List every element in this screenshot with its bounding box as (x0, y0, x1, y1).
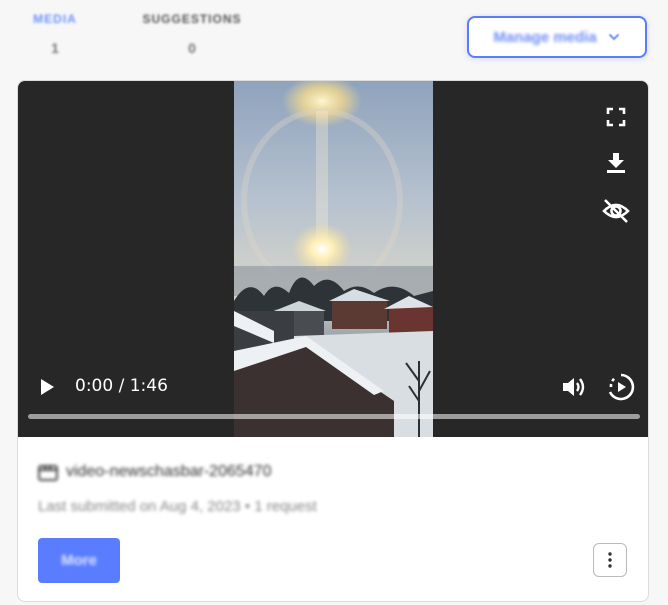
media-info: video-newschasbar-2065470 Last submitted… (18, 437, 648, 601)
volume-icon[interactable] (559, 373, 589, 401)
more-button[interactable]: More (38, 538, 120, 583)
kebab-menu-button[interactable] (593, 543, 627, 577)
more-button-label: More (61, 552, 97, 569)
fullscreen-icon[interactable] (604, 105, 628, 129)
video-frame (234, 81, 433, 437)
hide-icon[interactable] (600, 196, 632, 226)
download-icon[interactable] (604, 150, 628, 176)
media-card: 0:00 / 1:46 video-newschasbar-2065470 La… (17, 80, 649, 602)
tab-suggestions-count: 0 (188, 40, 196, 56)
tab-media-count: 1 (51, 40, 59, 56)
manage-media-button[interactable]: Manage media (467, 16, 647, 58)
playback-speed-icon[interactable] (606, 372, 636, 402)
media-tabs: MEDIA 1 SUGGESTIONS 0 (18, 12, 250, 56)
media-title: video-newschasbar-2065470 (66, 463, 272, 480)
more-vertical-icon (608, 552, 612, 568)
tab-media-label: MEDIA (33, 12, 77, 26)
tab-media[interactable]: MEDIA 1 (18, 12, 92, 56)
video-progress-bar[interactable] (28, 414, 640, 419)
manage-media-label: Manage media (493, 28, 597, 46)
play-icon[interactable] (36, 375, 58, 399)
media-title-row: video-newschasbar-2065470 (38, 463, 271, 481)
tab-suggestions-label: SUGGESTIONS (142, 12, 242, 26)
video-player[interactable]: 0:00 / 1:46 (18, 81, 648, 437)
tab-suggestions[interactable]: SUGGESTIONS 0 (134, 12, 250, 56)
media-subtitle: Last submitted on Aug 4, 2023 • 1 reques… (38, 498, 317, 515)
video-icon (38, 465, 58, 481)
video-time-display: 0:00 / 1:46 (75, 376, 168, 396)
chevron-down-icon (608, 34, 619, 41)
